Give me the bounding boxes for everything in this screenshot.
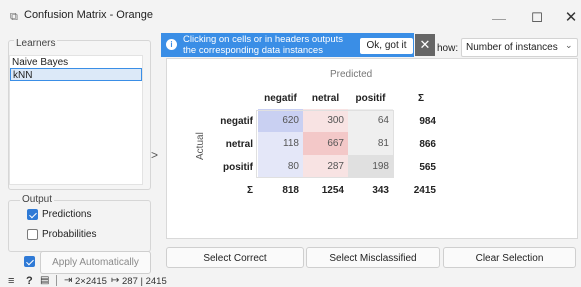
row-header-negatif[interactable]: negatif [193,116,253,127]
window-title: Confusion Matrix - Orange [24,9,153,21]
predicted-axis-label: Predicted [330,69,373,80]
output-summary[interactable]: 287 | 2415 [122,276,167,287]
column-sum: 818 [282,185,299,196]
close-notification-icon[interactable]: ✕ [415,34,435,56]
column-header-negatif[interactable]: negatif [258,93,303,104]
output-icon: ↦ [111,275,120,286]
probabilities-label[interactable]: Probabilities [42,229,96,240]
menu-icon[interactable]: ≡ [8,275,14,287]
notification-text: Clicking on cells or in headers outputs … [183,34,344,56]
predictions-checkbox[interactable] [27,209,38,220]
help-icon[interactable]: ? [26,275,33,287]
input-icon: ⇥ [64,275,73,286]
chevron-down-icon[interactable]: ⌄ [565,40,573,51]
select-correct-button[interactable]: Select Correct [166,247,304,268]
row-header-netral[interactable]: netral [193,139,253,150]
apply-automatically-button[interactable]: Apply Automatically [40,251,151,274]
clear-selection-button[interactable]: Clear Selection [443,247,576,268]
output-title: Output [20,194,55,205]
chevron-right-icon[interactable]: > [151,148,158,162]
column-header-netral[interactable]: netral [303,93,348,104]
row-sum: 565 [419,162,436,173]
show-label: how: [437,43,459,54]
sum-row-header: Σ [246,185,253,196]
close-window-button[interactable]: ✕ [553,6,581,30]
minimize-button[interactable]: — [481,6,517,30]
info-icon: i [166,39,177,50]
column-sum: 1254 [321,185,344,196]
column-header-positif[interactable]: positif [348,93,393,104]
maximize-button[interactable]: ☐ [519,6,555,30]
report-icon[interactable]: ▤ [40,275,49,286]
apply-automatically-checkbox[interactable] [24,256,35,267]
predictions-label[interactable]: Predictions [42,209,91,220]
row-sum: 984 [419,116,436,127]
learner-item-selected[interactable]: kNN [10,68,142,81]
learners-list: Naive Bayes kNN [9,55,143,185]
row-sum: 866 [419,139,436,150]
show-select-value[interactable]: Number of instances [466,42,558,53]
ok-got-it-button[interactable]: Ok, got it [360,38,413,54]
select-misclassified-button[interactable]: Select Misclassified [306,247,440,268]
row-header-positif[interactable]: positif [193,162,253,173]
probabilities-checkbox[interactable] [27,229,38,240]
sum-column-header: Σ [417,93,424,104]
status-separator [56,275,57,286]
matrix-grid-border [256,110,394,178]
learners-title: Learners [14,38,58,49]
column-sum: 343 [372,185,389,196]
total-sum: 2415 [413,185,436,196]
input-summary[interactable]: 2×2415 [75,276,107,287]
app-icon: ⧉ [10,11,18,23]
output-group [8,200,151,252]
